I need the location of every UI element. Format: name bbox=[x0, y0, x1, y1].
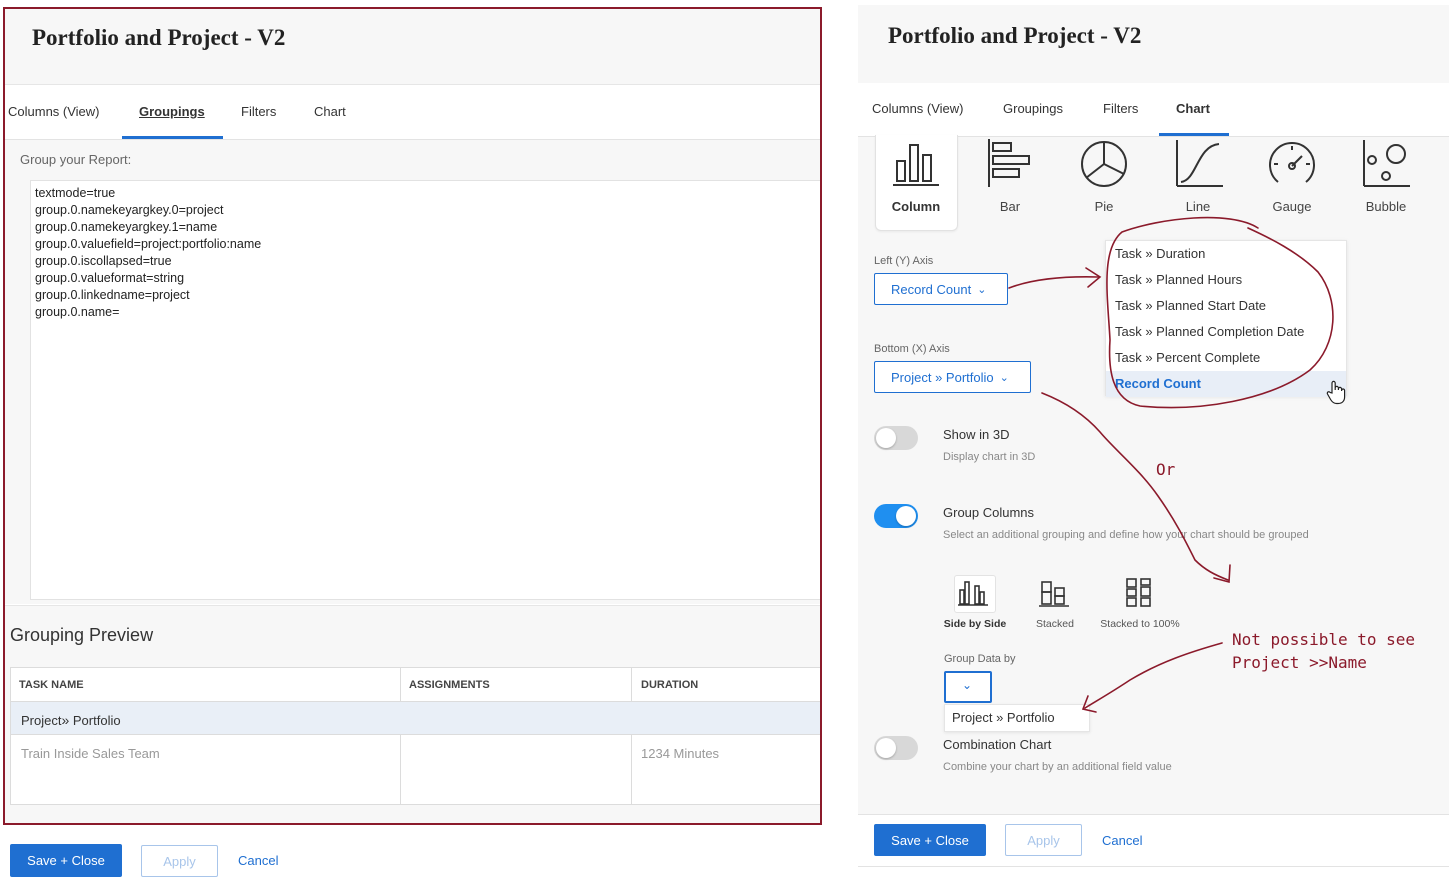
annotation-note-line1: Not possible to see bbox=[1232, 630, 1416, 649]
annotation-arrow-to-dropdown bbox=[1008, 276, 1099, 289]
annotation-arrowhead bbox=[1081, 695, 1097, 713]
annotation-arrow-zigzag bbox=[1041, 392, 1229, 581]
annotation-or: Or bbox=[1156, 460, 1176, 479]
annotation-loop bbox=[1106, 216, 1334, 409]
annotation-note-line2: Project >>Name bbox=[1232, 653, 1367, 672]
annotation-arrow-to-option bbox=[1084, 642, 1223, 709]
annotation-overlay bbox=[1008, 216, 1334, 713]
